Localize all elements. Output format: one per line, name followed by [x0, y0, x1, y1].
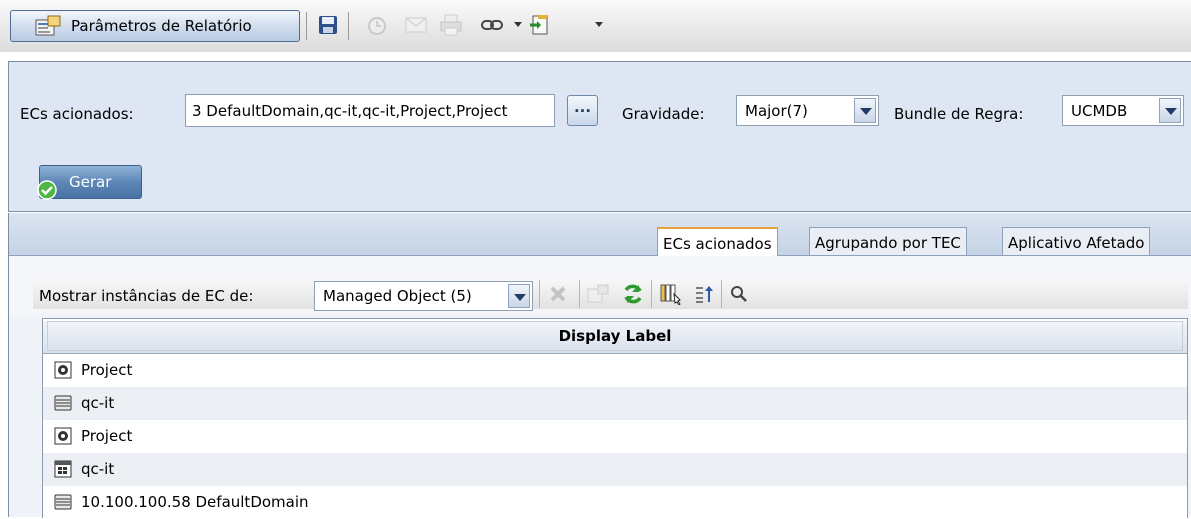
table-header: Display Label: [43, 321, 1187, 354]
link-dropdown-arrow[interactable]: [514, 22, 522, 27]
print-icon[interactable]: [440, 14, 462, 36]
main-toolbar: Parâmetros de Relatório: [0, 0, 1191, 52]
chevron-down-icon[interactable]: [1159, 98, 1181, 123]
toolbar-separator: [348, 12, 349, 40]
email-icon[interactable]: [405, 14, 427, 36]
tab-affected-application[interactable]: Aplicativo Afetado: [1002, 227, 1151, 255]
toolbar-separator: [721, 280, 722, 308]
severity-label: Gravidade:: [622, 105, 705, 123]
report-parameters-label: Parâmetros de Relatório: [71, 17, 252, 35]
rule-bundle-value: UCMDB: [1071, 102, 1128, 120]
severity-value: Major(7): [745, 102, 808, 120]
windows-node-icon: [54, 460, 72, 478]
ecs-triggered-field[interactable]: 3 DefaultDomain,qc-it,qc-it,Project,Proj…: [185, 94, 555, 127]
export-dropdown-arrow[interactable]: [595, 22, 603, 27]
report-params-icon: [35, 15, 61, 36]
table-row[interactable]: Project: [43, 420, 1187, 453]
toolbar-separator: [579, 280, 580, 308]
table-row[interactable]: 10.100.100.58 DefaultDomain: [43, 486, 1187, 519]
table-row[interactable]: qc-it: [43, 387, 1187, 420]
toolbar-separator: [539, 280, 540, 308]
toolbar-separator: [306, 12, 307, 40]
ci-instances-toolbar: Mostrar instâncias de EC de: Managed Obj…: [9, 256, 1191, 314]
toolbar-separator: [651, 280, 652, 308]
report-parameters-panel: ECs acionados: 3 DefaultDomain,qc-it,qc-…: [8, 61, 1191, 212]
results-panel: ECs acionados Agrupando por TEC Aplicati…: [8, 213, 1191, 518]
project-icon: [54, 361, 72, 379]
tab-group-by-tec[interactable]: Agrupando por TEC: [809, 227, 967, 255]
server-icon: [54, 395, 72, 411]
properties-icon[interactable]: [586, 282, 610, 306]
link-icon[interactable]: [481, 14, 503, 36]
ci-type-value: Managed Object (5): [323, 287, 472, 305]
results-tabstrip: ECs acionados Agrupando por TEC Aplicati…: [9, 213, 1191, 256]
export-icon[interactable]: [528, 14, 550, 36]
refresh-icon[interactable]: [621, 282, 645, 306]
project-icon: [54, 427, 72, 445]
sort-icon[interactable]: [692, 282, 716, 306]
tab-ecs-triggered[interactable]: ECs acionados: [657, 227, 778, 256]
server-icon: [54, 494, 72, 510]
severity-select[interactable]: Major(7): [736, 95, 879, 126]
table-row[interactable]: qc-it: [43, 453, 1187, 486]
generate-label: Gerar: [69, 173, 112, 191]
ci-table: Display Label Project qc-it Project qc-i…: [42, 318, 1188, 518]
check-icon: [37, 180, 57, 200]
chevron-down-icon[interactable]: [854, 98, 876, 123]
row-label: Project: [81, 361, 133, 379]
rule-bundle-label: Bundle de Regra:: [894, 105, 1024, 123]
ecs-browse-button[interactable]: ...: [567, 95, 598, 126]
row-label: 10.100.100.58 DefaultDomain: [81, 493, 309, 511]
ecs-triggered-label: ECs acionados:: [20, 105, 134, 123]
ci-type-select[interactable]: Managed Object (5): [314, 281, 533, 311]
table-row[interactable]: Project: [43, 354, 1187, 387]
generate-button[interactable]: Gerar: [37, 165, 142, 200]
show-ci-instances-label: Mostrar instâncias de EC de:: [39, 287, 254, 305]
display-label-column-header[interactable]: Display Label: [47, 321, 1183, 351]
rule-bundle-select[interactable]: UCMDB: [1062, 95, 1184, 126]
row-label: qc-it: [81, 460, 115, 478]
report-parameters-button[interactable]: Parâmetros de Relatório: [10, 10, 300, 42]
select-columns-icon[interactable]: [659, 282, 683, 306]
save-icon[interactable]: [317, 14, 339, 36]
search-icon[interactable]: [727, 282, 751, 306]
schedule-icon[interactable]: [366, 14, 388, 36]
row-label: Project: [81, 427, 133, 445]
delete-icon[interactable]: [546, 282, 570, 306]
row-label: qc-it: [81, 394, 115, 412]
chevron-down-icon[interactable]: [508, 284, 530, 308]
